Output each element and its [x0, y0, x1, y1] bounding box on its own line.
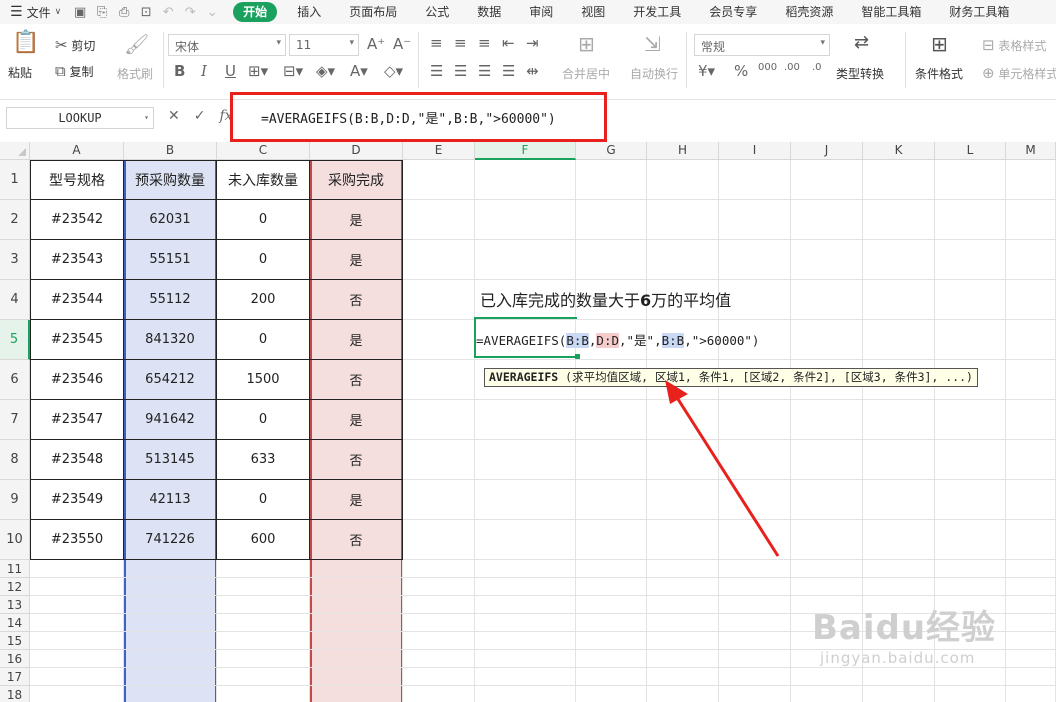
arrow-head	[665, 380, 688, 404]
arrow-shaft	[674, 395, 780, 557]
watermark-logo: Baidu经验	[812, 608, 997, 648]
watermark-url: jingyan.baidu.com	[820, 649, 976, 667]
watermark: Baidu经验 jingyan.baidu.com	[812, 600, 1002, 670]
annotation-arrow	[665, 380, 780, 557]
